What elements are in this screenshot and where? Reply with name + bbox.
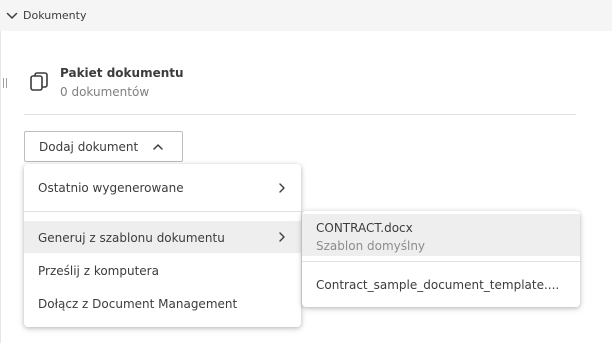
template-name: CONTRACT.docx: [316, 221, 413, 235]
submenu-item-contract-sample-template[interactable]: Contract_sample_document_template....: [302, 269, 580, 301]
menu-item-label: Ostatnio wygenerowane: [38, 181, 184, 195]
template-name: Contract_sample_document_template....: [316, 278, 560, 292]
menu-item-generate-from-template[interactable]: Generuj z szablonu dokumentu: [24, 221, 301, 253]
drag-handle-icon[interactable]: [3, 78, 7, 88]
copy-documents-icon: [30, 72, 48, 91]
add-document-label: Dodaj dokument: [39, 140, 139, 154]
menu-separator: [302, 261, 580, 262]
menu-item-label: Generuj z szablonu dokumentu: [38, 231, 225, 245]
menu-separator: [24, 211, 301, 212]
template-default-label: Szablon domyślny: [316, 239, 426, 253]
divider: [24, 114, 576, 115]
template-submenu: CONTRACT.docx Szablon domyślny Contract_…: [302, 211, 580, 307]
package-title: Pakiet dokumentu: [60, 66, 184, 80]
chevron-up-icon: [153, 144, 163, 150]
menu-item-label: Prześlij z komputera: [38, 264, 159, 278]
chevron-right-icon: [279, 183, 285, 193]
section-title: Dokumenty: [23, 9, 87, 22]
submenu-item-contract-docx[interactable]: CONTRACT.docx Szablon domyślny: [302, 214, 580, 256]
add-document-menu: Ostatnio wygenerowane Generuj z szablonu…: [24, 164, 301, 327]
chevron-right-icon: [279, 232, 285, 242]
page: Dokumenty Pakiet dokumentu 0 dokumentów …: [0, 0, 612, 343]
panel-border: [0, 31, 1, 343]
add-document-button[interactable]: Dodaj dokument: [24, 131, 183, 162]
section-header-documents[interactable]: Dokumenty: [0, 0, 612, 31]
chevron-down-icon[interactable]: [5, 9, 19, 23]
menu-item-upload-from-computer[interactable]: Prześlij z komputera: [24, 254, 301, 286]
menu-item-label: Dołącz z Document Management: [38, 297, 238, 311]
package-document-count: 0 dokumentów: [60, 85, 150, 99]
menu-item-recently-generated[interactable]: Ostatnio wygenerowane: [24, 172, 301, 203]
menu-item-attach-from-document-management[interactable]: Dołącz z Document Management: [24, 287, 301, 319]
